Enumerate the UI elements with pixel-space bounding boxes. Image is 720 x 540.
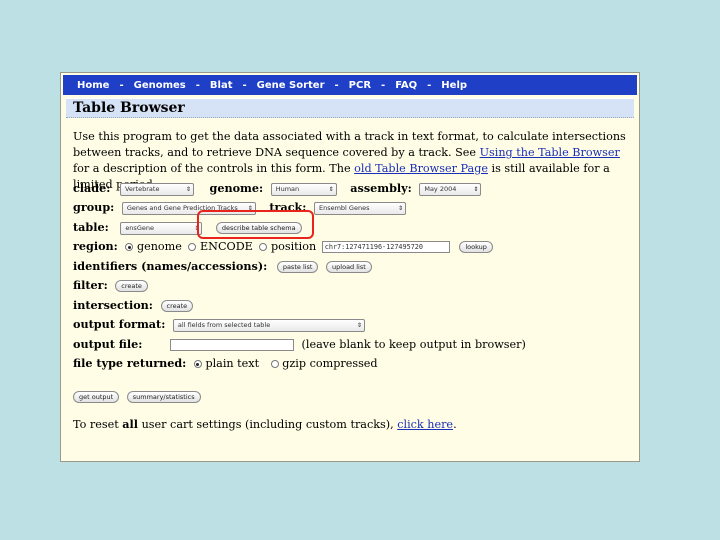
clade-label: clade:: [73, 181, 111, 195]
table-label: table:: [73, 220, 109, 234]
nav-separator: -: [242, 79, 247, 91]
lookup-button[interactable]: lookup: [459, 241, 493, 253]
intersection-row: intersection: create: [73, 297, 194, 313]
chevron-updown-icon: ⇕: [356, 321, 362, 329]
upload-list-button[interactable]: upload list: [326, 261, 372, 273]
intersection-create-button[interactable]: create: [160, 300, 194, 312]
chevron-updown-icon: ⇕: [473, 185, 479, 193]
clade-select[interactable]: Vertebrate ⇕: [119, 182, 194, 196]
page-title: Table Browser: [73, 100, 185, 116]
genome-select[interactable]: Human ⇕: [270, 182, 337, 196]
nav-separator: -: [427, 79, 432, 91]
file-type-row: file type returned: plain text gzip comp…: [73, 355, 378, 371]
file-type-plain-radio[interactable]: [193, 360, 202, 368]
genome-label: genome:: [209, 181, 264, 195]
assembly-select[interactable]: May 2004 ⇕: [419, 182, 482, 196]
genome-select-value: Human: [275, 184, 300, 193]
group-label: group:: [73, 200, 115, 214]
nav-home[interactable]: Home: [77, 80, 109, 91]
region-label: region:: [73, 239, 118, 253]
nav-faq[interactable]: FAQ: [395, 80, 417, 91]
region-encode-radio[interactable]: [188, 243, 197, 251]
nav-separator: -: [381, 79, 386, 91]
chevron-updown-icon: ⇕: [397, 204, 403, 212]
assembly-label: assembly:: [350, 181, 412, 195]
top-nav-bar: Home - Genomes - Blat - Gene Sorter - PC…: [63, 75, 637, 95]
reset-text: .: [453, 418, 457, 431]
nav-blat[interactable]: Blat: [210, 80, 233, 91]
nav-genomes[interactable]: Genomes: [134, 80, 186, 91]
track-select[interactable]: Ensembl Genes ⇕: [313, 201, 406, 215]
using-table-browser-link[interactable]: Using the Table Browser: [480, 146, 620, 159]
get-output-button[interactable]: get output: [73, 391, 120, 403]
output-format-label: output format:: [73, 317, 166, 331]
paste-list-button[interactable]: paste list: [276, 261, 319, 273]
position-input[interactable]: chr7:127471196-127495720: [321, 241, 450, 253]
action-buttons-row: get output summary/statistics: [73, 389, 201, 405]
reset-text-bold: all: [122, 417, 139, 431]
track-select-value: Ensembl Genes: [318, 203, 370, 212]
region-genome-label: genome: [136, 240, 182, 253]
intro-text: for a description of the controls in thi…: [73, 162, 355, 175]
describe-schema-highlight-box: [197, 210, 314, 239]
table-select[interactable]: ensGene ⇕: [120, 221, 203, 235]
nav-separator: -: [119, 79, 124, 91]
identifiers-label: identifiers (names/accessions):: [73, 259, 268, 273]
filter-label: filter:: [73, 278, 108, 292]
output-file-hint: (leave blank to keep output in browser): [301, 338, 526, 351]
filter-create-button[interactable]: create: [115, 280, 148, 292]
intersection-label: intersection:: [73, 298, 153, 312]
file-type-gzip-label: gzip compressed: [282, 357, 378, 370]
table-browser-window: Home - Genomes - Blat - Gene Sorter - PC…: [60, 72, 640, 462]
clade-select-value: Vertebrate: [124, 184, 160, 193]
reset-text: To reset: [73, 418, 123, 431]
file-type-gzip-radio[interactable]: [270, 360, 279, 368]
file-type-plain-label: plain text: [205, 357, 260, 370]
nav-help[interactable]: Help: [441, 80, 467, 91]
region-position-label: position: [270, 240, 317, 253]
reset-text: user cart settings (including custom tra…: [138, 418, 398, 431]
reset-click-here-link[interactable]: click here: [397, 418, 453, 431]
nav-separator: -: [195, 79, 200, 91]
nav-pcr[interactable]: PCR: [349, 80, 371, 91]
chevron-updown-icon: ⇕: [185, 185, 191, 193]
output-format-select-value: all fields from selected table: [177, 320, 271, 329]
table-select-value: ensGene: [125, 223, 154, 232]
page-title-bar: Table Browser: [66, 98, 634, 118]
output-file-input[interactable]: [169, 339, 294, 351]
assembly-select-value: May 2004: [424, 184, 457, 193]
region-encode-label: ENCODE: [200, 240, 253, 253]
reset-cart-text: To reset all user cart settings (includi…: [73, 416, 457, 432]
region-genome-radio[interactable]: [125, 243, 134, 251]
identifiers-row: identifiers (names/accessions): paste li…: [73, 258, 372, 274]
output-file-label: output file:: [73, 337, 143, 351]
clade-row: clade: Vertebrate ⇕ genome: Human ⇕ assemb…: [73, 180, 482, 196]
nav-gene-sorter[interactable]: Gene Sorter: [257, 80, 325, 91]
output-file-row: output file: (leave blank to keep output…: [73, 336, 526, 352]
region-row: region: genome ENCODE position chr7:1274…: [73, 238, 493, 254]
region-position-radio[interactable]: [259, 243, 268, 251]
summary-statistics-button[interactable]: summary/statistics: [126, 391, 201, 403]
old-table-browser-link[interactable]: old Table Browser Page: [354, 162, 488, 175]
chevron-updown-icon: ⇕: [328, 185, 334, 193]
filter-row: filter: create: [73, 277, 148, 293]
file-type-label: file type returned:: [73, 356, 187, 370]
output-format-select[interactable]: all fields from selected table ⇕: [172, 318, 365, 332]
nav-separator: -: [334, 79, 339, 91]
output-format-row: output format: all fields from selected …: [73, 316, 365, 332]
